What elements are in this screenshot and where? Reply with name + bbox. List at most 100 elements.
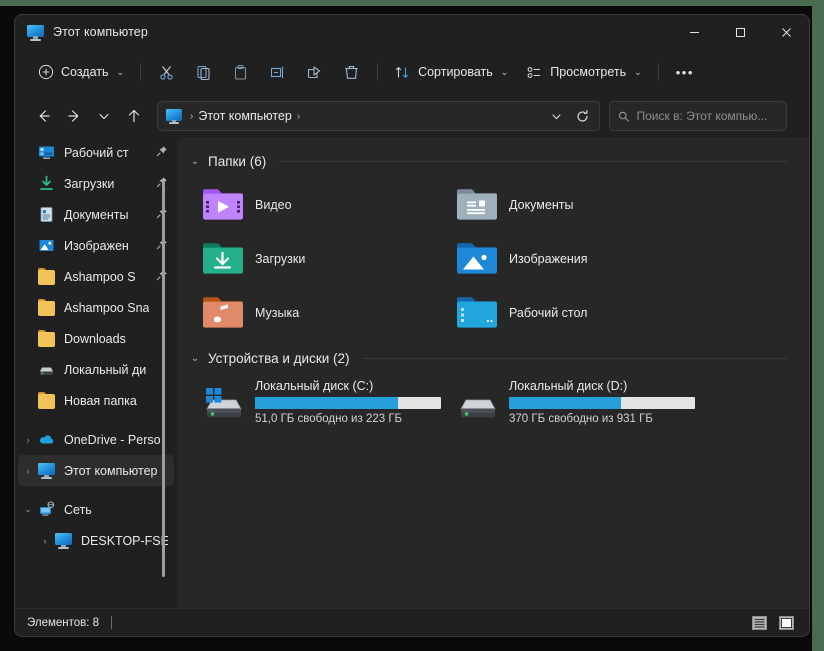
folder-item[interactable]: Изображения (451, 232, 705, 286)
maximize-button[interactable] (717, 15, 763, 49)
folders-grid: Видео Документы Загрузки Изображения Музыка Р… (187, 174, 809, 340)
drive-usage-bar (255, 397, 441, 409)
recent-locations-button[interactable] (89, 101, 119, 131)
search-input[interactable] (636, 109, 778, 123)
folder-item[interactable]: Музыка (197, 286, 451, 340)
minimize-button[interactable] (671, 15, 717, 49)
folder-name: Документы (509, 198, 574, 212)
sidebar-item-10[interactable]: › Этот компьютер (18, 455, 174, 486)
address-bar[interactable]: › Этот компьютер › (157, 101, 600, 131)
details-view-icon (751, 615, 767, 630)
forward-button[interactable] (59, 101, 89, 131)
share-button[interactable] (296, 56, 333, 88)
folder-name: Рабочий стол (509, 306, 588, 320)
desktop-folder-icon (457, 296, 497, 330)
sidebar-item-8[interactable]: Новая папка (18, 385, 174, 416)
this-pc-icon (27, 24, 44, 41)
sidebar-twisty-11[interactable]: ⌄ (18, 504, 38, 515)
sidebar-item-5[interactable]: Ashampoo Sna (18, 292, 174, 323)
sidebar-item-12[interactable]: › DESKTOP-FSEO (35, 525, 174, 556)
navigation-pane-list[interactable]: Рабочий ст Загрузки Документы Изображен Asha… (15, 137, 177, 608)
network-icon (38, 501, 55, 518)
folder-item[interactable]: Видео (197, 178, 451, 232)
sidebar-item-label: DESKTOP-FSEO (81, 533, 168, 548)
folders-group-header[interactable]: ⌄ Папки (6) (187, 149, 809, 174)
large-icons-view-button[interactable] (775, 613, 797, 633)
address-dropdown-button[interactable] (543, 103, 569, 129)
folder-icon (38, 330, 55, 347)
refresh-button[interactable] (569, 103, 595, 129)
large-icons-view-icon (778, 615, 794, 630)
sidebar-scrollbar[interactable] (162, 181, 165, 577)
breadcrumb-separator[interactable]: › (185, 111, 198, 122)
file-list-pane[interactable]: ⌄ Папки (6) Видео Документы Загрузки Изобра… (177, 137, 809, 608)
sidebar-item-1[interactable]: Загрузки (18, 168, 174, 199)
folder-name: Видео (255, 198, 292, 212)
folder-name: Изображения (509, 252, 588, 266)
view-list-icon (527, 66, 541, 78)
view-mode-buttons (748, 613, 797, 633)
paste-icon (235, 64, 247, 80)
sidebar-item-2[interactable]: Документы (18, 199, 174, 230)
up-button[interactable] (119, 101, 149, 131)
window-body: Рабочий ст Загрузки Документы Изображен Asha… (15, 137, 809, 608)
chevron-down-icon (551, 113, 561, 119)
sidebar-item-label: Рабочий ст (64, 145, 129, 160)
toolbar-separator (140, 63, 142, 81)
folder-name: Загрузки (255, 252, 306, 266)
view-button[interactable]: Просмотреть ⌄ (517, 56, 650, 88)
sidebar-item-label: Сеть (64, 502, 92, 517)
chevron-down-icon[interactable]: ⌄ (189, 156, 201, 167)
pin-icon[interactable] (156, 145, 168, 160)
sidebar-twisty-10[interactable]: › (18, 466, 38, 476)
sidebar-item-0[interactable]: Рабочий ст (18, 137, 174, 168)
sidebar-item-9[interactable]: › OneDrive - Perso (18, 424, 174, 455)
details-view-button[interactable] (748, 613, 770, 633)
sidebar-twisty-9[interactable]: › (18, 435, 38, 445)
drive-info: Локальный диск (C:) 51,0 ГБ свободно из 2… (255, 377, 445, 425)
paste-button[interactable] (222, 56, 259, 88)
copy-button[interactable] (185, 56, 222, 88)
sidebar-item-label: Ashampoo S (64, 269, 136, 284)
breadcrumb-separator-2[interactable]: › (292, 111, 305, 122)
sidebar-item-11[interactable]: ⌄ Сеть (18, 494, 174, 525)
command-toolbar: Создать ⌄ Сортировать ⌄ Просмотреть ⌄ ••… (15, 49, 809, 95)
drive-item[interactable]: Локальный диск (C:) 51,0 ГБ свободно из 2… (197, 377, 451, 425)
this-pc-icon (55, 532, 72, 549)
drive-usage-fill (255, 397, 399, 409)
window-title: Этот компьютер (53, 25, 148, 39)
close-button[interactable] (763, 15, 809, 49)
breadcrumb-label[interactable]: Этот компьютер (198, 109, 291, 123)
sort-button[interactable]: Сортировать ⌄ (385, 56, 517, 88)
sidebar-item-label: OneDrive - Perso (64, 432, 161, 447)
drives-group-header[interactable]: ⌄ Устройства и диски (2) (187, 346, 809, 371)
sidebar-item-6[interactable]: Downloads (18, 323, 174, 354)
new-button-label: Создать (61, 65, 109, 79)
drives-group-title: Устройства и диски (2) (208, 351, 350, 366)
drive-name: Локальный диск (D:) (509, 379, 628, 393)
back-button[interactable] (29, 101, 59, 131)
sidebar-twisty-12[interactable]: › (35, 536, 55, 546)
folder-item[interactable]: Рабочий стол (451, 286, 705, 340)
chevron-down-icon[interactable]: ⌄ (189, 353, 201, 364)
delete-button[interactable] (333, 56, 370, 88)
sort-icon (395, 66, 409, 78)
rename-button[interactable] (259, 56, 296, 88)
folder-item[interactable]: Загрузки (197, 232, 451, 286)
arrow-up-icon (128, 109, 140, 123)
sidebar-item-7[interactable]: Локальный ди (18, 354, 174, 385)
new-button[interactable]: Создать ⌄ (29, 56, 133, 88)
downloads-icon (38, 175, 55, 192)
sidebar-item-label: Локальный ди (64, 362, 147, 377)
search-box[interactable] (609, 101, 787, 131)
sidebar-item-3[interactable]: Изображен (18, 230, 174, 261)
folder-icon (38, 268, 55, 285)
pictures-icon (38, 237, 55, 254)
sidebar-item-4[interactable]: Ashampoo S (18, 261, 174, 292)
documents-folder-icon (457, 188, 497, 222)
drive-item[interactable]: Локальный диск (D:) 370 ГБ свободно из 93… (451, 377, 705, 425)
more-options-button[interactable]: ••• (666, 56, 704, 88)
folder-item[interactable]: Документы (451, 178, 705, 232)
cut-button[interactable] (148, 56, 185, 88)
